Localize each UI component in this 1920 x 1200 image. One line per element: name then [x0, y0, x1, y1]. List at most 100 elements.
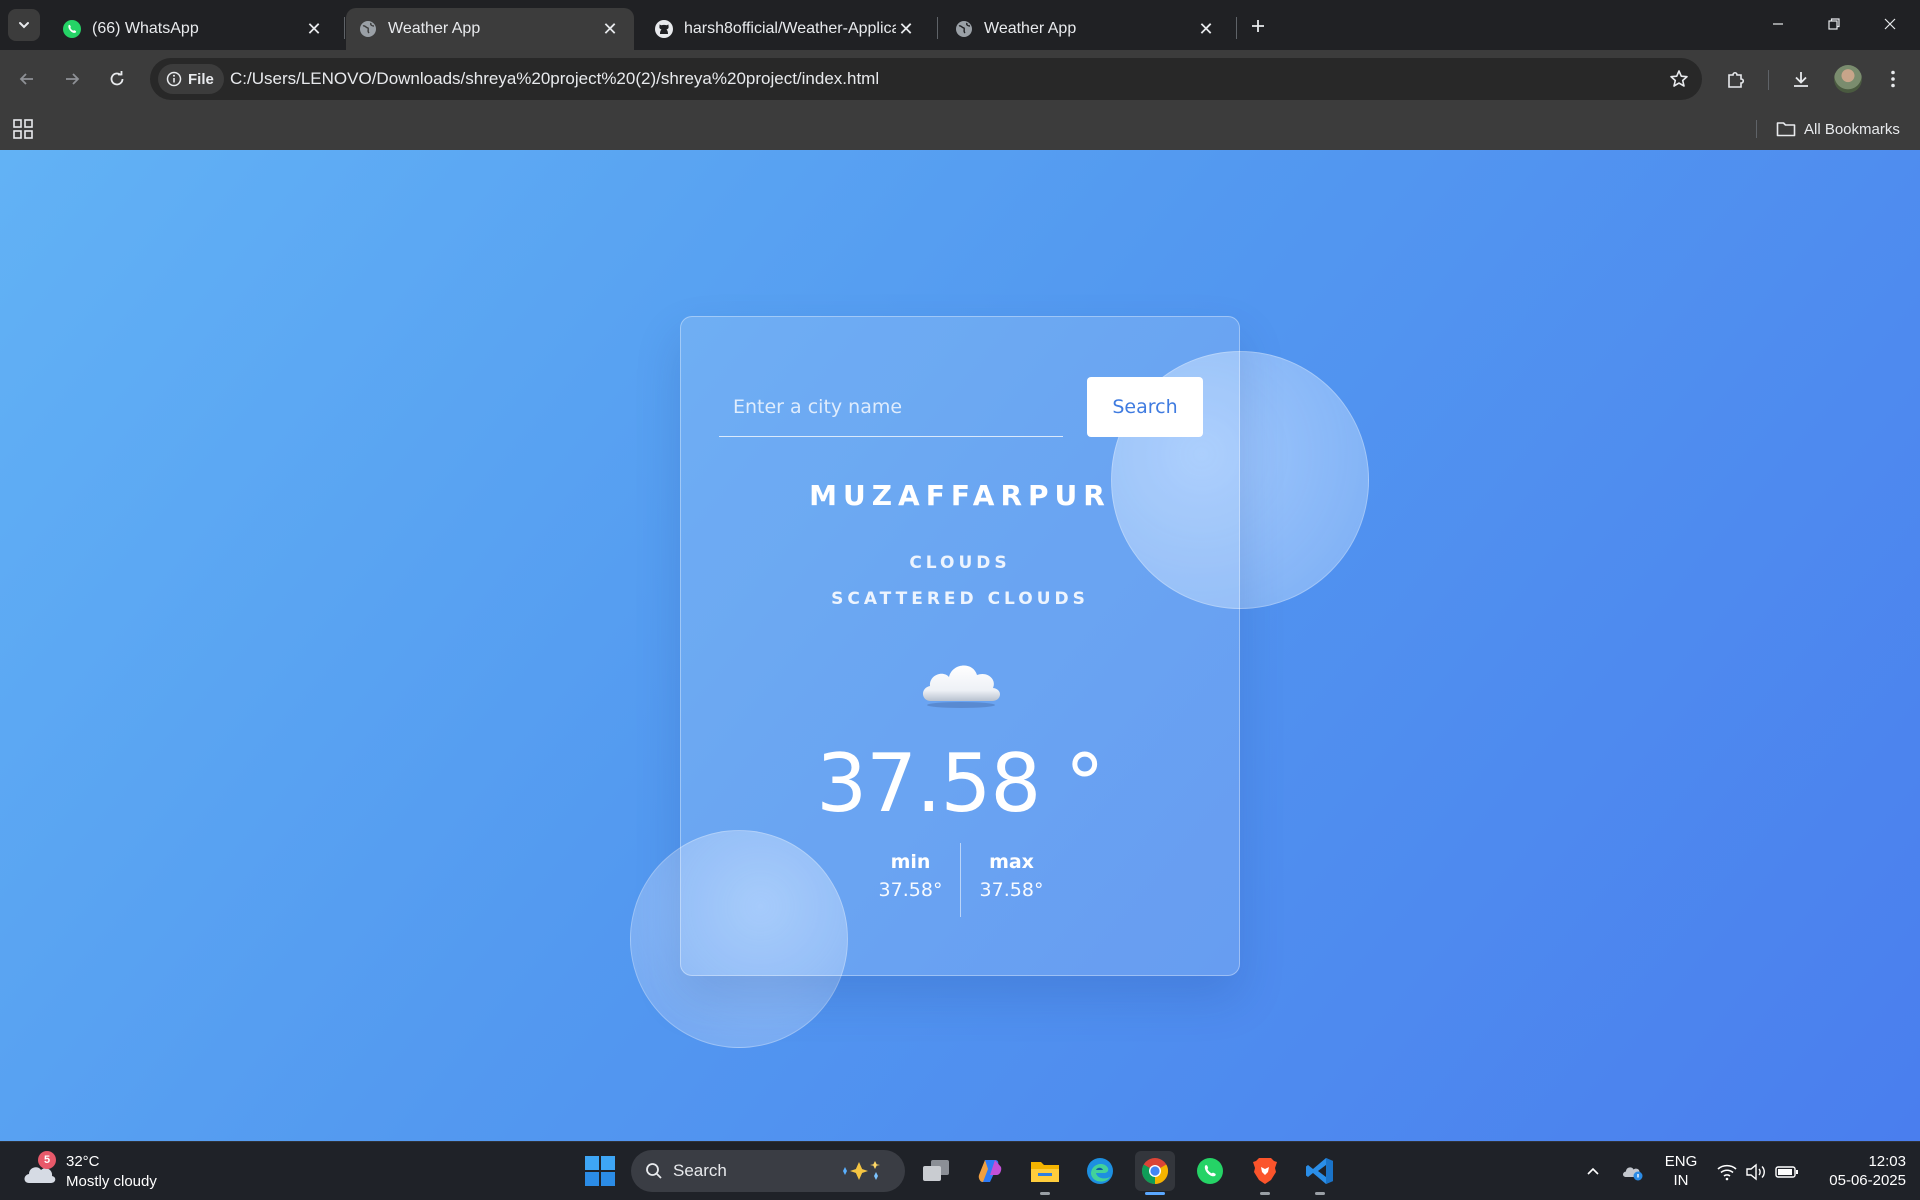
close-icon	[1884, 18, 1896, 30]
start-button[interactable]	[583, 1154, 617, 1188]
tab-weather-app[interactable]: Weather App ✕	[942, 8, 1230, 50]
address-bar[interactable]: File C:/Users/LENOVO/Downloads/shreya%20…	[150, 58, 1702, 100]
max-temperature: max 37.58°	[962, 843, 1061, 901]
tab-close-icon[interactable]: ✕	[896, 19, 916, 39]
volume-button[interactable]	[1742, 1142, 1770, 1200]
tab-close-icon[interactable]: ✕	[304, 19, 324, 39]
running-indicator	[1260, 1192, 1270, 1195]
github-icon	[654, 19, 674, 39]
tab-close-icon[interactable]: ✕	[1196, 19, 1216, 39]
weather-alert-badge: 5	[38, 1151, 56, 1169]
min-temperature: min 37.58°	[861, 843, 960, 901]
running-indicator	[1040, 1192, 1050, 1195]
copilot-icon	[978, 1160, 1002, 1182]
restore-icon	[1828, 18, 1840, 30]
weather-card: Search MUZAFFARPUR CLOUDS SCATTERED CLOU…	[680, 316, 1240, 976]
network-button[interactable]	[1712, 1142, 1742, 1200]
profile-avatar[interactable]	[1834, 65, 1862, 93]
extensions-button[interactable]	[1719, 62, 1753, 96]
download-icon	[1794, 72, 1808, 87]
file-explorer-button[interactable]	[1025, 1151, 1065, 1195]
region-code: IN	[1673, 1172, 1689, 1189]
taskbar-search-box[interactable]: Search	[631, 1150, 905, 1192]
windows-logo-icon	[585, 1156, 615, 1186]
weather-condition: CLOUDS	[909, 553, 1011, 573]
forward-button[interactable]	[55, 62, 89, 96]
copilot-button[interactable]	[970, 1151, 1010, 1191]
chrome-button[interactable]	[1135, 1151, 1175, 1195]
browser-tab-strip: (66) WhatsApp ✕ Weather App ✕ harsh8offi…	[0, 0, 1920, 50]
chrome-icon	[1141, 1158, 1169, 1185]
system-clock[interactable]: 12:03 05-06-2025	[1810, 1152, 1906, 1190]
edge-button[interactable]	[1080, 1151, 1120, 1191]
battery-button[interactable]	[1772, 1142, 1802, 1200]
all-bookmarks-button[interactable]: All Bookmarks	[1776, 116, 1900, 142]
battery-icon	[1775, 1165, 1798, 1178]
task-view-button[interactable]	[916, 1151, 956, 1191]
input-language-indicator[interactable]: ENG IN	[1660, 1152, 1702, 1190]
speaker-icon	[1746, 1163, 1765, 1180]
globe-icon	[954, 19, 974, 39]
plus-icon	[1252, 20, 1264, 32]
show-hidden-icons-button[interactable]	[1578, 1142, 1608, 1200]
tab-title: Weather App	[388, 20, 481, 37]
bookmarks-separator	[1756, 120, 1757, 138]
arrow-right-icon	[66, 73, 80, 85]
page-viewport: Search MUZAFFARPUR CLOUDS SCATTERED CLOU…	[0, 150, 1920, 1141]
tab-github[interactable]: harsh8official/Weather-Applicat ✕	[642, 8, 930, 50]
city-search-input[interactable]	[719, 377, 1063, 437]
min-max-divider	[960, 843, 961, 917]
chevron-down-icon	[19, 22, 29, 29]
site-info-chip[interactable]: File	[158, 64, 224, 94]
url-text[interactable]: C:/Users/LENOVO/Downloads/shreya%20proje…	[230, 69, 879, 89]
language-code: ENG	[1664, 1153, 1698, 1170]
cloud-icon: 5	[22, 1151, 56, 1187]
new-tab-button[interactable]	[1244, 12, 1272, 40]
kebab-menu-icon	[1891, 70, 1895, 88]
min-max-panel: min 37.58° max 37.58°	[861, 843, 1061, 917]
tab-separator	[344, 17, 345, 39]
taskbar-search-label: Search	[673, 1161, 727, 1180]
cloud-icon	[922, 665, 1001, 708]
tab-weather-app-active[interactable]: Weather App ✕	[346, 8, 634, 50]
back-button[interactable]	[10, 62, 44, 96]
globe-icon	[358, 19, 378, 39]
temperature-value: 37.58 °	[816, 737, 1104, 830]
vscode-button[interactable]	[1300, 1151, 1340, 1195]
folder-icon	[1776, 122, 1796, 137]
whatsapp-icon	[62, 19, 82, 39]
search-icon	[646, 1163, 662, 1179]
tab-whatsapp[interactable]: (66) WhatsApp ✕	[50, 8, 338, 50]
windows-taskbar: 5 32°C Mostly cloudy Search ENG IN 12:03…	[0, 1141, 1920, 1200]
min-label: min	[890, 851, 931, 873]
all-bookmarks-label: All Bookmarks	[1804, 120, 1900, 138]
arrow-left-icon	[19, 73, 33, 85]
taskbar-temperature: 32°C	[66, 1153, 100, 1170]
search-button[interactable]: Search	[1087, 377, 1203, 437]
brave-icon	[1253, 1158, 1277, 1184]
apps-grid-icon[interactable]	[12, 118, 34, 140]
tab-title: (66) WhatsApp	[92, 20, 199, 37]
running-indicator	[1315, 1192, 1325, 1195]
onedrive-status-button[interactable]	[1618, 1142, 1648, 1200]
bookmark-star-button[interactable]	[1666, 66, 1692, 92]
close-window-button[interactable]	[1862, 0, 1918, 48]
minimize-button[interactable]	[1750, 0, 1806, 48]
restore-button[interactable]	[1806, 0, 1862, 48]
city-name: MUZAFFARPUR	[809, 479, 1111, 512]
info-icon	[166, 71, 182, 87]
city-search-form: Search	[719, 377, 1203, 437]
brave-button[interactable]	[1245, 1151, 1285, 1195]
taskbar-weather-widget[interactable]: 5 32°C Mostly cloudy	[22, 1150, 157, 1194]
tab-separator	[937, 17, 938, 39]
tab-search-button[interactable]	[8, 9, 40, 41]
whatsapp-button[interactable]	[1190, 1151, 1230, 1191]
task-view-icon	[923, 1160, 949, 1181]
downloads-button[interactable]	[1784, 62, 1818, 96]
browser-menu-button[interactable]	[1876, 62, 1910, 96]
reload-button[interactable]	[100, 62, 134, 96]
tab-separator	[1236, 17, 1237, 39]
wifi-icon	[1717, 1164, 1737, 1180]
tab-close-icon[interactable]: ✕	[600, 19, 620, 39]
folder-icon	[1031, 1162, 1059, 1182]
